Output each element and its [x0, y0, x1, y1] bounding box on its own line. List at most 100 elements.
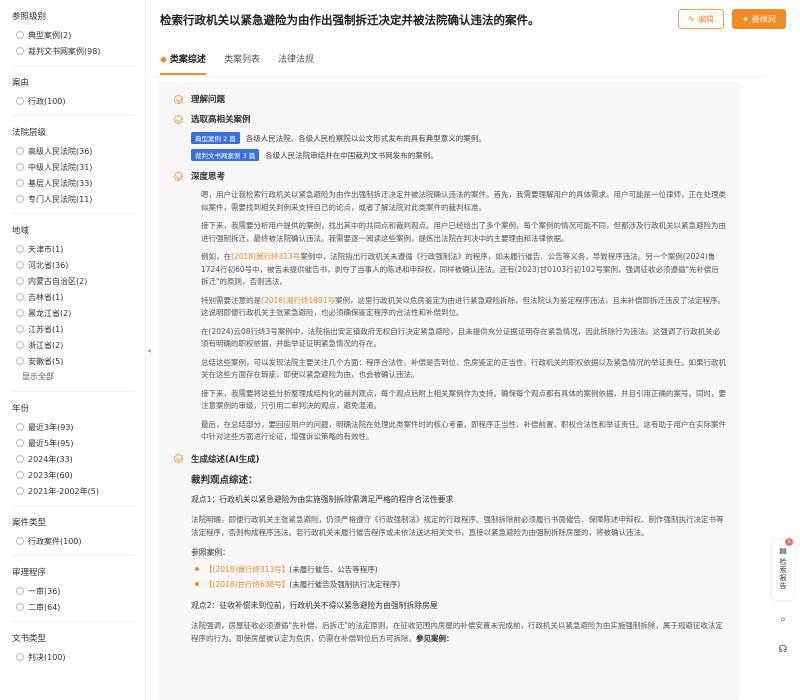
filter-option[interactable]: 行政案件(100)	[12, 533, 145, 549]
judgment-case-badge[interactable]: 裁判文书网案例 3 篇	[191, 149, 260, 161]
radio-icon	[16, 147, 24, 155]
filter-option[interactable]: 最近5年(95)	[12, 435, 145, 451]
report-icon: ▤	[779, 546, 787, 555]
collapse-sidebar-icon[interactable]: ◂	[144, 340, 154, 360]
filter-option[interactable]: 2021年-2002年(5)	[12, 483, 145, 499]
radio-icon	[16, 309, 24, 317]
filter-group-title: 案件类型	[12, 518, 47, 528]
step-generate[interactable]: 生成综述(AI生成)	[174, 452, 726, 466]
radio-icon	[16, 179, 24, 187]
filter-option[interactable]: 安徽省(5)	[12, 353, 145, 369]
radio-icon	[16, 653, 24, 661]
ask-button[interactable]: ✦ 继续问	[732, 9, 786, 29]
headset-icon[interactable]: ☊	[772, 638, 794, 660]
radio-icon	[16, 537, 24, 545]
sidebar-divider	[12, 555, 135, 556]
summary-heading: 裁判观点综述：	[191, 474, 258, 486]
radio-icon	[16, 31, 24, 39]
tab-bar: ◆ 类案综述 类案列表 法律法规	[160, 50, 332, 75]
filter-option[interactable]: 最近3年(93)	[12, 419, 145, 435]
reference-title: 参照案例：	[191, 547, 230, 557]
filter-group-title: 案由	[12, 78, 30, 88]
filter-option[interactable]: 一审(36)	[12, 583, 145, 599]
filter-option[interactable]: 行政(100)	[12, 93, 145, 109]
filter-group-title: 文书类型	[12, 634, 47, 644]
filter-option[interactable]: 2024年(33)	[12, 451, 145, 467]
radio-icon	[16, 195, 24, 203]
step-select[interactable]: 选取高相关案例	[174, 112, 726, 126]
viewpoint-2-text: 法院强调，房屋征收必须遵循"先补偿、后拆迁"的法定原则。在征收范围内房屋的补偿安…	[191, 620, 723, 643]
filter-option[interactable]: 基层人民法院(33)	[12, 175, 145, 191]
filter-option[interactable]: 高级人民法院(36)	[12, 143, 145, 159]
reasoning-paragraph: 接下来，我需要分析用户提供的案例，找出其中的共同点和裁判观点。用户已经给出了多个…	[201, 221, 726, 243]
filter-option[interactable]: 江苏省(1)	[12, 321, 145, 337]
show-all-link[interactable]: 显示全部	[12, 369, 145, 385]
filter-option[interactable]: 中级人民法院(31)	[12, 159, 145, 175]
radio-icon	[16, 97, 24, 105]
reference-item: 【(2018)冀行终313号】 (未履行催告、公告等程序)	[191, 564, 726, 575]
filter-option[interactable]: 典型案例(2)	[12, 27, 145, 43]
sidebar-divider	[12, 213, 135, 214]
filter-option[interactable]: 裁判文书网案例(98)	[12, 43, 145, 59]
filter-sidebar: 参照级别典型案例(2) 裁判文书网案例(98) 案由行政(100) 法院层级高级人民法…	[0, 0, 146, 700]
case-badges: 典型案例 2 篇各级人民法院、各级人民检察院以公文形式发布的具有典型意义的案例。…	[174, 132, 726, 161]
reasoning-paragraph: 特别需要注意的是(2018)湘行终1991号案例，这里行政机关以危房鉴定为由进行…	[201, 295, 726, 318]
search-report-button[interactable]: 1 ▤ 检索报告	[772, 538, 794, 600]
viewpoint-1-text: 法院明确，即便行政机关主张紧急避险，仍须严格遵守《行政强制法》规定的行政程序。强…	[191, 514, 724, 537]
case-link[interactable]: 【(2018)甘行终638号】	[205, 579, 289, 590]
filter-option[interactable]: 判决(100)	[12, 649, 145, 665]
radio-icon	[16, 245, 24, 253]
tab-case-list[interactable]: 类案列表	[224, 50, 260, 70]
filter-option[interactable]: 浙江省(2)	[12, 337, 145, 353]
filter-option[interactable]: 天津市(1)	[12, 241, 145, 257]
filter-group-title: 法院层级	[12, 128, 47, 138]
radio-icon	[16, 423, 24, 431]
filter-group-title: 参照级别	[12, 12, 47, 22]
filter-option[interactable]: 2023年(60)	[12, 467, 145, 483]
filter-group-title: 地域	[12, 226, 30, 236]
edit-button[interactable]: ✎ 编辑	[678, 9, 724, 29]
badge-line: 裁判文书网案例 3 篇各级人民法院审结并在中国裁判文书网发布的案例。	[191, 149, 726, 161]
sidebar-divider	[12, 505, 135, 506]
radio-icon	[16, 47, 24, 55]
radio-icon	[16, 603, 24, 611]
filter-option[interactable]: 黑龙江省(2)	[12, 305, 145, 321]
radio-icon	[16, 163, 24, 171]
radio-icon	[16, 261, 24, 269]
reference-item: 【(2018)甘行终638号】 (未履行催告及强制执行决定程序)	[191, 579, 726, 590]
reasoning-paragraph: 嗯，用户让我检索行政机关以紧急避险为由作出强制拆迁决定并被法院确认违法的案件。首…	[201, 190, 726, 212]
tab-summary[interactable]: ◆ 类案综述	[160, 50, 206, 75]
sidebar-divider	[12, 65, 135, 66]
reasoning-paragraph: 总结这些案例，可以发现法院主要关注几个方面：程序合法性、补偿是否到位、危房鉴定的…	[201, 357, 726, 380]
edit-icon: ✎	[688, 14, 695, 24]
case-link[interactable]: 【(2018)冀行终313号】	[205, 564, 289, 575]
tab-divider	[146, 76, 766, 77]
radio-icon	[16, 277, 24, 285]
case-link[interactable]: (2018)湘行终1991号	[261, 296, 335, 305]
step-understand[interactable]: 理解问题	[174, 92, 726, 106]
badge-line: 典型案例 2 篇各级人民法院、各级人民检察院以公文形式发布的具有典型意义的案例。	[191, 132, 726, 144]
tab-laws[interactable]: 法律法规	[278, 50, 314, 70]
floating-toolbar: 1 ▤ 检索报告 ⌕ ☊	[772, 538, 796, 660]
filter-option[interactable]: 吉林省(1)	[12, 289, 145, 305]
filter-option[interactable]: 专门人民法院(11)	[12, 191, 145, 207]
sidebar-divider	[12, 115, 135, 116]
chat-icon: ✦	[742, 14, 749, 24]
filter-group-title: 审理程序	[12, 568, 47, 578]
radio-icon	[16, 341, 24, 349]
page-title: 检索行政机关以紧急避险为由作出强制拆迁决定并被法院确认违法的案件。	[160, 13, 540, 27]
filter-option[interactable]: 二审(64)	[12, 599, 145, 615]
radio-icon	[16, 439, 24, 447]
filter-option[interactable]: 河北省(36)	[12, 257, 145, 273]
reasoning-paragraph: 在(2024)云08行终3号案例中，法院指出安定镇政府无权自行决定紧急避险，且未…	[201, 326, 721, 349]
typical-case-badge[interactable]: 典型案例 2 篇	[191, 132, 240, 144]
generated-summary: 裁判观点综述： 观点1：行政机关以紧急避险为由实施强制拆除需满足严格的程序合法性…	[174, 472, 726, 645]
sidebar-divider	[12, 621, 135, 622]
case-link[interactable]: (2018)冀行终313号	[231, 252, 300, 261]
summary-panel: 理解问题 选取高相关案例 典型案例 2 篇各级人民法院、各级人民检察院以公文形式…	[158, 82, 740, 700]
check-icon	[174, 94, 183, 104]
filter-option[interactable]: 内蒙古自治区(2)	[12, 273, 145, 289]
search-icon[interactable]: ⌕	[772, 608, 794, 630]
reasoning-paragraph: 例如，在(2018)冀行终313号案例中，法院指出行政机关未遵循《行政强制法》的…	[201, 252, 719, 286]
step-deep-think[interactable]: 深度思考	[174, 169, 726, 183]
